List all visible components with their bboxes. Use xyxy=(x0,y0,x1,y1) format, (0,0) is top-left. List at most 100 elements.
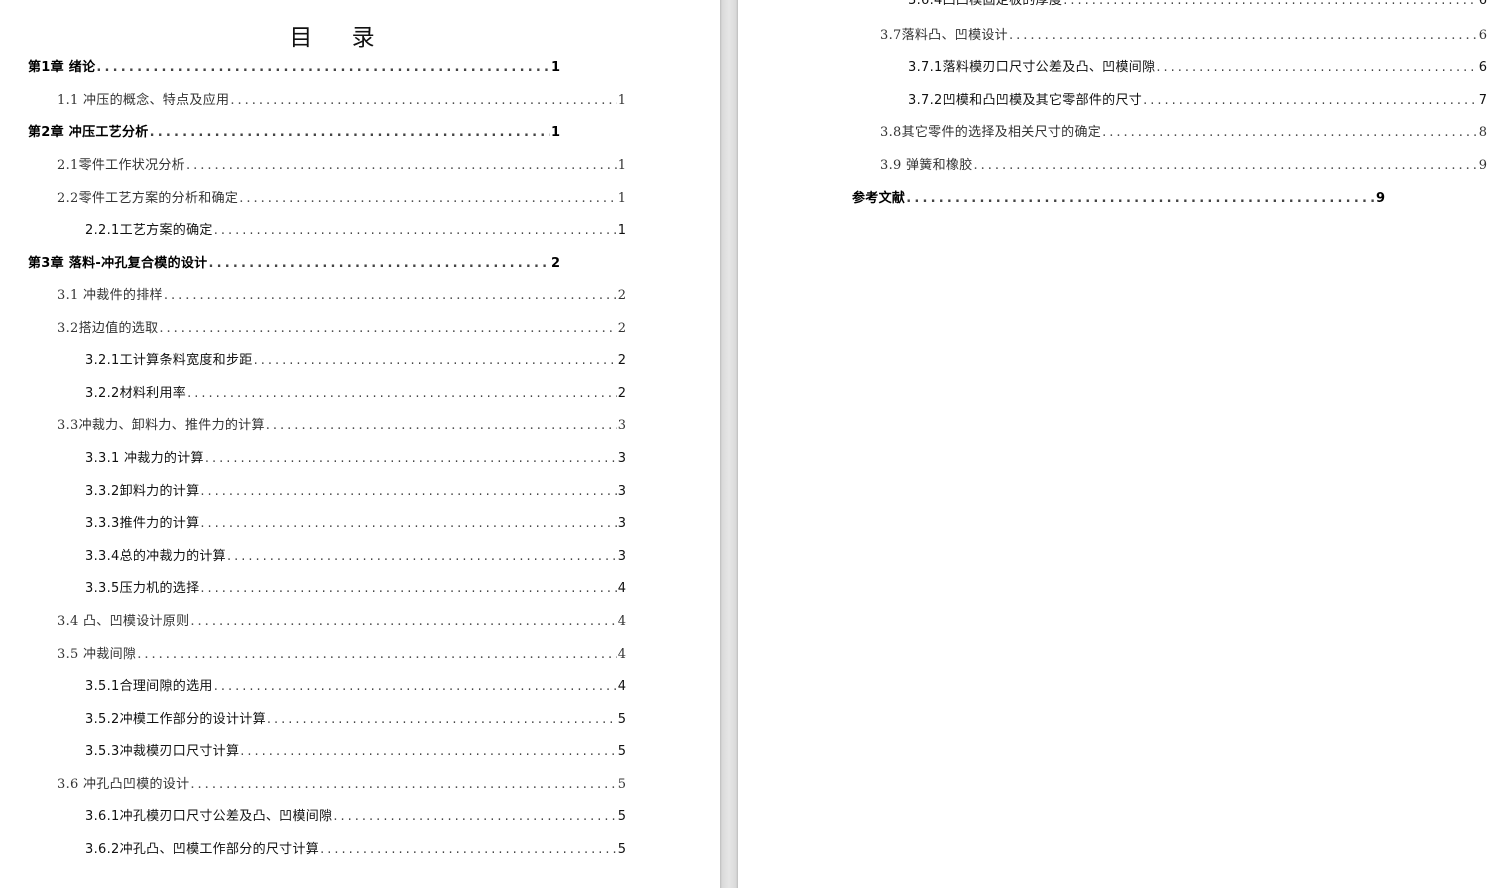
toc-entry-3-6-2[interactable]: 3.6.2冲孔凸、凹模工作部分的尺寸计算 5 xyxy=(85,838,626,858)
toc-entry-label: 3.1 冲裁件的排样 xyxy=(57,288,163,303)
toc-page-number: 1 xyxy=(617,93,626,108)
dot-leader xyxy=(320,842,617,857)
toc-page-number: 5 xyxy=(617,744,626,759)
toc-entry-3-3-1[interactable]: 3.3.1 冲裁力的计算 3 xyxy=(85,447,626,467)
dot-leader xyxy=(254,353,617,368)
toc-entry-chapter-2[interactable]: 第2章 冲压工艺分析 1 xyxy=(28,121,560,141)
toc-entry-2-1[interactable]: 2.1零件工作状况分析 1 xyxy=(57,154,626,174)
toc-entry-3-5-1[interactable]: 3.5.1合理间隙的选用 4 xyxy=(85,675,626,695)
toc-entry-label: 3.6.4凸凹模固定板的厚度 xyxy=(908,0,1063,8)
toc-entry-1-1[interactable]: 1.1 冲压的概念、特点及应用 1 xyxy=(57,89,626,109)
dot-leader xyxy=(239,191,617,206)
toc-entry-3-8[interactable]: 3.8其它零件的选择及相关尺寸的确定 8 xyxy=(880,121,1487,141)
toc-page-number: 9 xyxy=(1478,158,1487,173)
toc-entry-label: 3.3.1 冲裁力的计算 xyxy=(85,451,204,466)
dot-leader xyxy=(1102,125,1478,140)
toc-entry-label: 3.4 凸、凹模设计原则 xyxy=(57,614,190,629)
toc-entry-label: 3.5.3冲裁模刃口尺寸计算 xyxy=(85,744,240,759)
toc-page-number: 7 xyxy=(1478,93,1487,108)
toc-page-number: 1 xyxy=(550,60,560,75)
toc-entry-label: 2.2零件工艺方案的分析和确定 xyxy=(57,191,239,206)
toc-page-number: 1 xyxy=(617,191,626,206)
toc-entry-3-2-1[interactable]: 3.2.1工计算条料宽度和步距 2 xyxy=(85,349,626,369)
dot-leader xyxy=(1143,93,1478,108)
toc-page-number: 5 xyxy=(617,809,626,824)
dot-leader xyxy=(208,256,549,271)
toc-entry-label: 2.2.1工艺方案的确定 xyxy=(85,223,213,238)
toc-entry-3-9[interactable]: 3.9 弹簧和橡胶 9 xyxy=(880,154,1487,174)
toc-page-number: 2 xyxy=(617,386,626,401)
toc-page-number: 6 xyxy=(1478,28,1487,43)
dot-leader xyxy=(205,451,617,466)
toc-entry-2-2[interactable]: 2.2零件工艺方案的分析和确定 1 xyxy=(57,187,626,207)
dot-leader xyxy=(214,223,617,238)
toc-entry-3-4[interactable]: 3.4 凸、凹模设计原则 4 xyxy=(57,610,626,630)
toc-page-number: 5 xyxy=(617,842,626,857)
toc-page-number: 3 xyxy=(617,516,626,531)
toc-entry-label: 3.7落料凸、凹模设计 xyxy=(880,28,1008,43)
dot-leader xyxy=(187,386,617,401)
toc-page-number: 3 xyxy=(617,418,626,433)
toc-entry-3-3-4[interactable]: 3.3.4总的冲裁力的计算 3 xyxy=(85,545,626,565)
toc-entry-label: 2.1零件工作状况分析 xyxy=(57,158,185,173)
toc-entry-3-5-3[interactable]: 3.5.3冲裁模刃口尺寸计算 5 xyxy=(85,740,626,760)
toc-entry-3-5[interactable]: 3.5 冲裁间隙 4 xyxy=(57,643,626,663)
dot-leader xyxy=(266,418,617,433)
dot-leader xyxy=(240,744,616,759)
dot-leader xyxy=(1063,0,1477,8)
toc-entry-label: 3.5.1合理间隙的选用 xyxy=(85,679,213,694)
toc-entry-label: 3.3.2卸料力的计算 xyxy=(85,484,200,499)
toc-entry-references[interactable]: 参考文献 9 xyxy=(852,187,1385,207)
toc-entry-3-3-5[interactable]: 3.3.5压力机的选择 4 xyxy=(85,577,626,597)
dot-leader xyxy=(96,60,550,75)
toc-entry-label: 3.6 冲孔凸凹模的设计 xyxy=(57,777,190,792)
toc-title: 目 录 xyxy=(289,25,391,51)
toc-entry-label: 3.8其它零件的选择及相关尺寸的确定 xyxy=(880,125,1102,140)
toc-entry-label: 3.7.1落料模刃口尺寸公差及凸、凹模间隙 xyxy=(908,60,1156,75)
toc-entry-3-2[interactable]: 3.2搭边值的选取 2 xyxy=(57,317,626,337)
toc-entry-label: 3.3.4总的冲裁力的计算 xyxy=(85,549,226,564)
toc-page-number: 5 xyxy=(617,712,626,727)
toc-entry-chapter-1[interactable]: 第1章 绪论 1 xyxy=(28,56,560,76)
toc-page-number: 4 xyxy=(617,647,626,662)
toc-entry-3-6-1[interactable]: 3.6.1冲孔模刃口尺寸公差及凸、凹模间隙 5 xyxy=(85,805,626,825)
toc-page-number: 9 xyxy=(1375,191,1385,206)
toc-page-number: 3 xyxy=(617,549,626,564)
toc-entry-3-6-4[interactable]: 3.6.4凸凹模固定板的厚度 6 xyxy=(908,0,1487,9)
toc-entry-3-7[interactable]: 3.7落料凸、凹模设计 6 xyxy=(880,24,1487,44)
toc-entry-3-5-2[interactable]: 3.5.2冲模工作部分的设计计算 5 xyxy=(85,708,626,728)
toc-page-number: 1 xyxy=(550,125,560,140)
toc-entry-label: 3.6.2冲孔凸、凹模工作部分的尺寸计算 xyxy=(85,842,320,857)
dot-leader xyxy=(200,581,616,596)
toc-entry-3-6[interactable]: 3.6 冲孔凸凹模的设计 5 xyxy=(57,773,626,793)
toc-page-number: 8 xyxy=(1478,125,1487,140)
dot-leader xyxy=(267,712,617,727)
toc-entry-2-2-1[interactable]: 2.2.1工艺方案的确定 1 xyxy=(85,219,626,239)
dot-leader xyxy=(190,614,616,629)
toc-entry-label: 第2章 冲压工艺分析 xyxy=(28,125,149,140)
toc-entry-3-2-2[interactable]: 3.2.2材料利用率 2 xyxy=(85,382,626,402)
page-gutter xyxy=(720,0,738,888)
toc-page-number: 2 xyxy=(617,288,626,303)
dot-leader xyxy=(974,158,1478,173)
toc-entry-3-3[interactable]: 3.3冲裁力、卸料力、推件力的计算 3 xyxy=(57,414,626,434)
dot-leader xyxy=(214,679,617,694)
toc-entry-label: 3.2.2材料利用率 xyxy=(85,386,187,401)
toc-entry-label: 1.1 冲压的概念、特点及应用 xyxy=(57,93,230,108)
dot-leader xyxy=(150,125,550,140)
document-page-left: 目 录 第1章 绪论 1 1.1 冲压的概念、特点及应用 1 第2章 冲压工艺分析 1… xyxy=(0,0,720,888)
toc-entry-3-7-1[interactable]: 3.7.1落料模刃口尺寸公差及凸、凹模间隙 6 xyxy=(908,56,1487,76)
dot-leader xyxy=(230,93,616,108)
toc-page-number: 6 xyxy=(1478,60,1487,75)
dot-leader xyxy=(159,321,616,336)
dot-leader xyxy=(200,484,616,499)
toc-entry-3-7-2[interactable]: 3.7.2凹模和凸凹模及其它零部件的尺寸 7 xyxy=(908,89,1487,109)
toc-entry-3-3-3[interactable]: 3.3.3推件力的计算 3 xyxy=(85,512,626,532)
toc-page-number: 4 xyxy=(617,581,626,596)
toc-entry-3-3-2[interactable]: 3.3.2卸料力的计算 3 xyxy=(85,480,626,500)
toc-page-number: 2 xyxy=(550,256,560,271)
toc-entry-label: 3.6.1冲孔模刃口尺寸公差及凸、凹模间隙 xyxy=(85,809,333,824)
toc-entry-chapter-3[interactable]: 第3章 落料-冲孔复合模的设计 2 xyxy=(28,252,560,272)
toc-entry-3-1[interactable]: 3.1 冲裁件的排样 2 xyxy=(57,284,626,304)
toc-entry-label: 3.3.5压力机的选择 xyxy=(85,581,200,596)
